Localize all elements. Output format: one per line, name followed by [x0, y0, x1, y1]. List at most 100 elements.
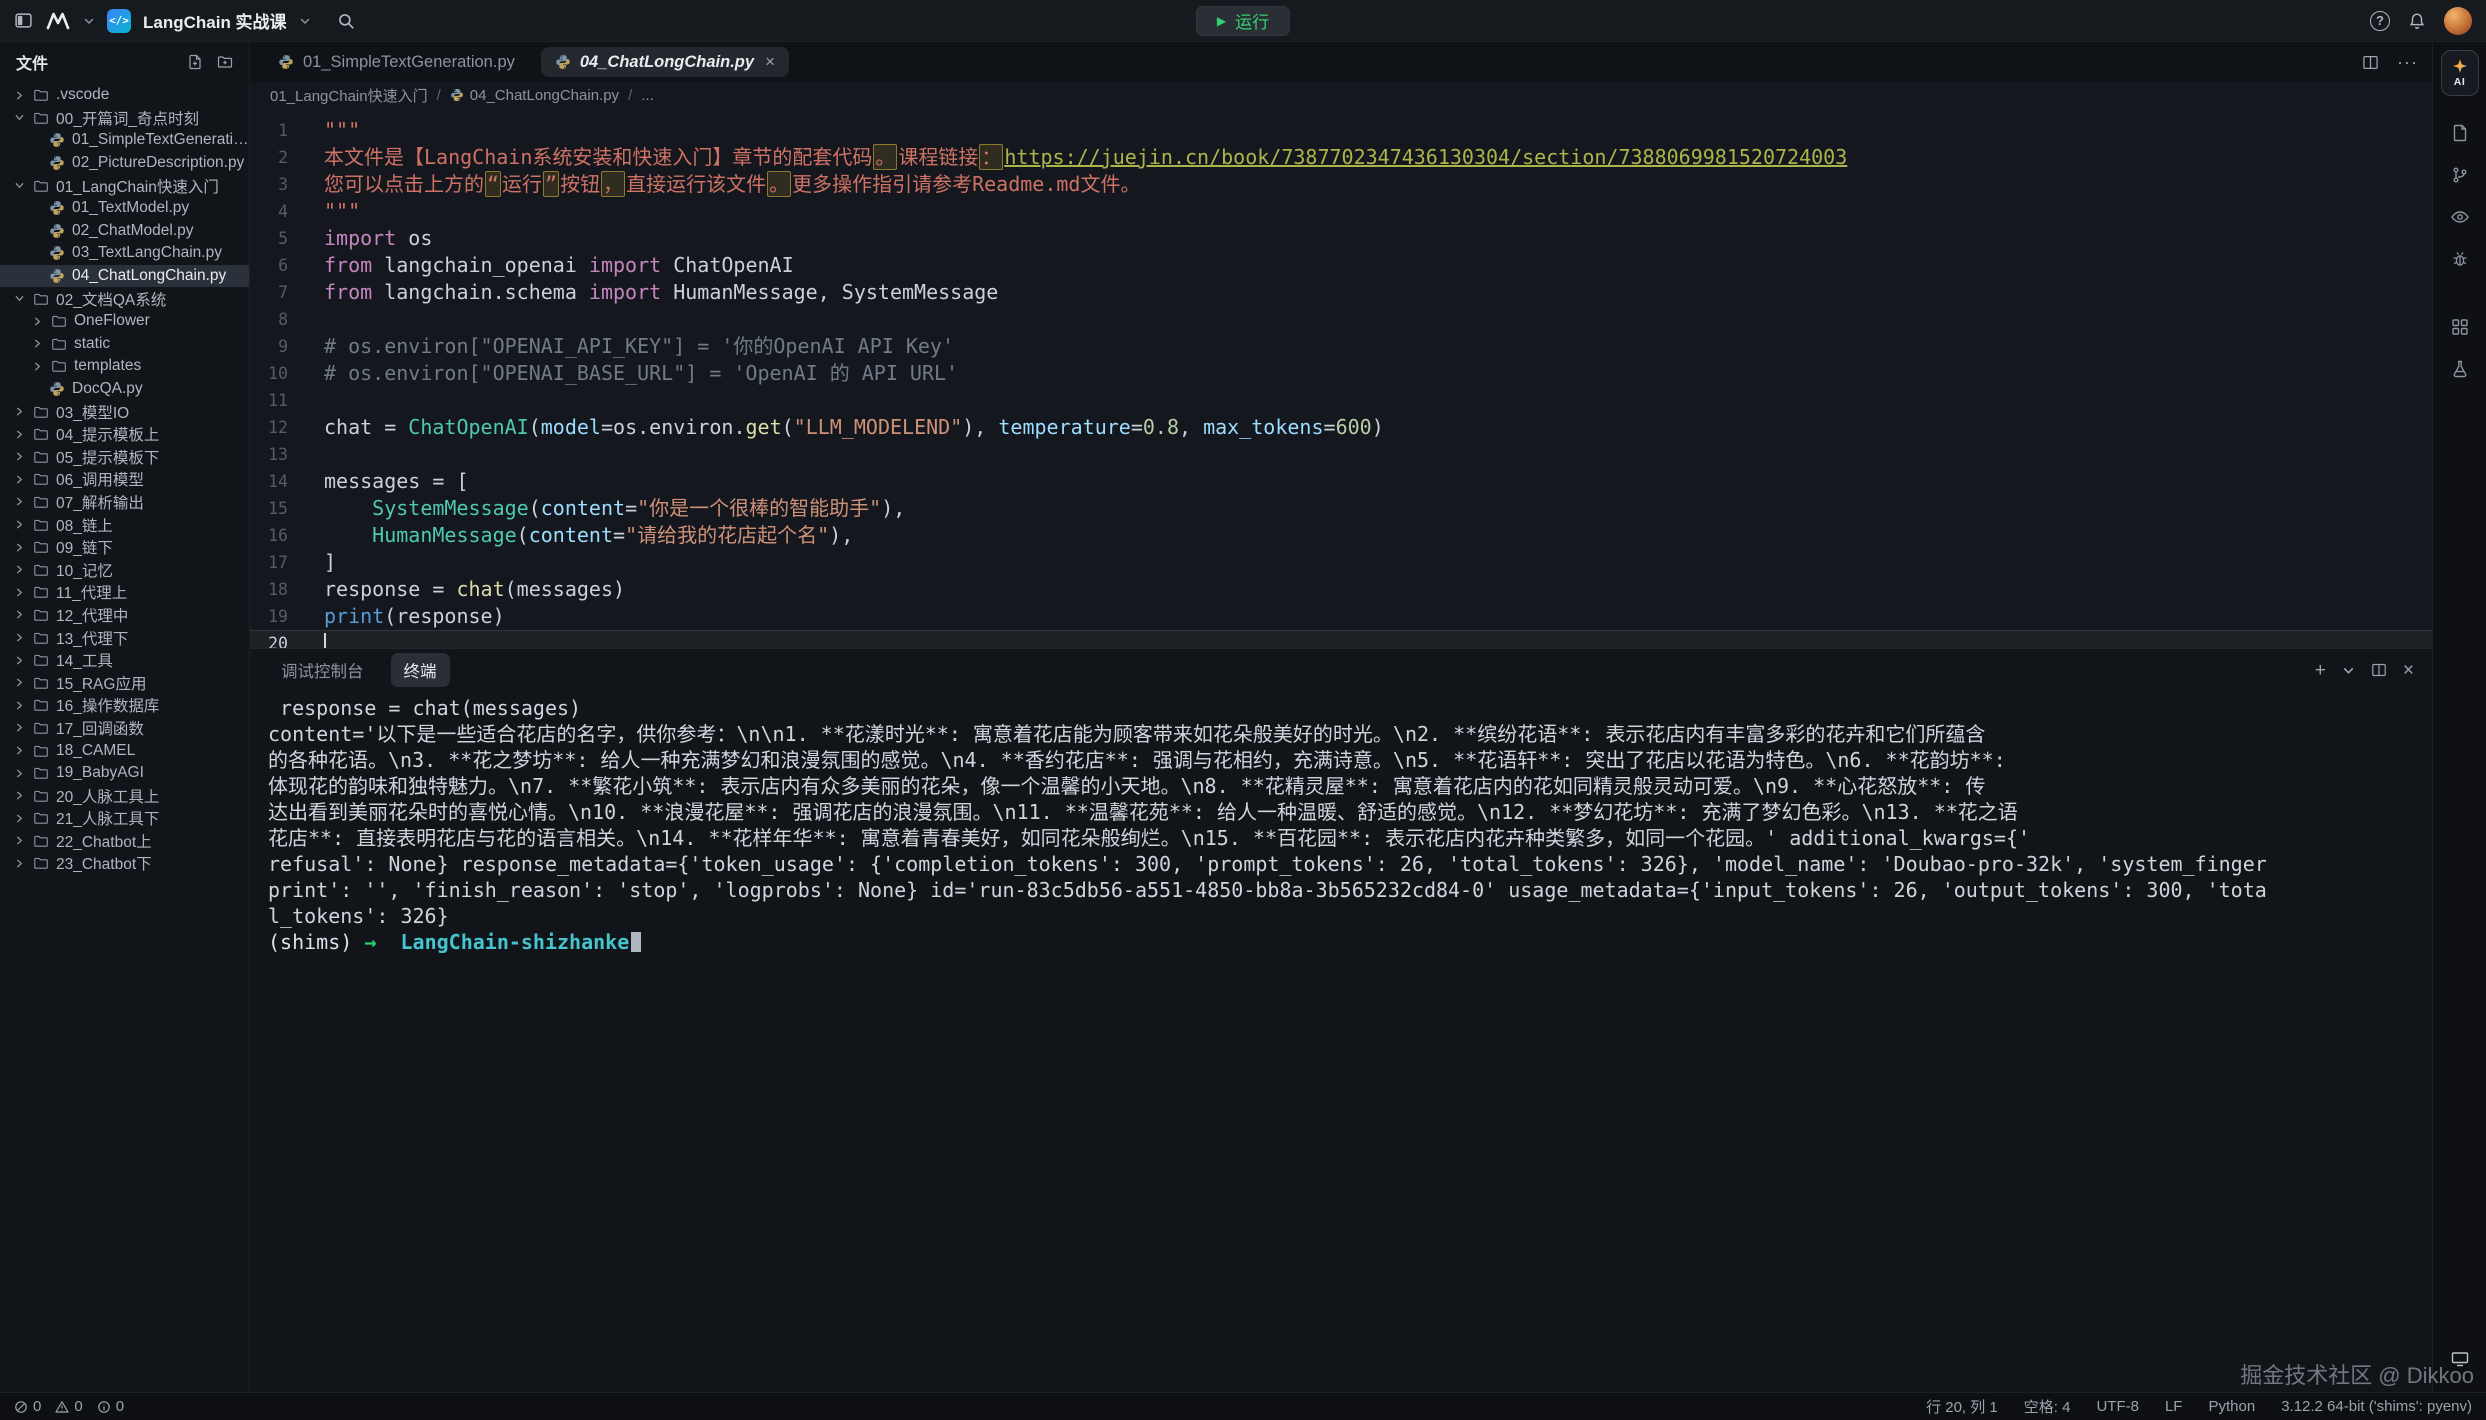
breadcrumb-item[interactable]: 04_ChatLongChain.py: [450, 87, 619, 104]
tree-folder-02_文档QA系统[interactable]: 02_文档QA系统: [0, 287, 249, 310]
workspace-menu-chevron-icon[interactable]: [83, 15, 95, 27]
tree-folder-21_人脉工具下[interactable]: 21_人脉工具下: [0, 807, 249, 830]
notifications-bell-icon[interactable]: [2408, 12, 2426, 30]
tree-folder-09_链下[interactable]: 09_链下: [0, 536, 249, 559]
code-line-18: 18response = chat(messages): [250, 576, 2432, 603]
terminal-dropdown-chevron-icon[interactable]: [2342, 664, 2355, 677]
line-number: 20: [250, 630, 306, 648]
breadcrumb-item[interactable]: ...: [641, 87, 654, 104]
status-item[interactable]: LF: [2165, 1398, 2183, 1415]
close-panel-icon[interactable]: ×: [2403, 661, 2414, 680]
run-button[interactable]: ▶ 运行: [1196, 6, 1290, 36]
tree-folder-06_调用模型[interactable]: 06_调用模型: [0, 468, 249, 491]
close-tab-icon[interactable]: ×: [765, 52, 775, 72]
tree-folder-05_提示模板下[interactable]: 05_提示模板下: [0, 446, 249, 469]
ai-assistant-button[interactable]: AI: [2441, 50, 2479, 96]
status-item[interactable]: 3.12.2 64-bit ('shims': pyenv): [2281, 1398, 2472, 1415]
chevron-icon: [14, 406, 26, 417]
tree-file-04_ChatLongChain.py[interactable]: 04_ChatLongChain.py: [0, 265, 249, 288]
panel-tab-终端[interactable]: 终端: [391, 653, 450, 687]
folder-icon: [51, 336, 67, 352]
code-editor[interactable]: 1"""2本文件是【LangChain系统安装和快速入门】章节的配套代码。课程链…: [250, 108, 2432, 648]
split-editor-icon[interactable]: [2362, 54, 2379, 71]
project-menu-chevron-icon[interactable]: [299, 15, 311, 27]
ai-label: AI: [2454, 76, 2466, 88]
tree-folder-18_CAMEL[interactable]: 18_CAMEL: [0, 739, 249, 762]
errors-indicator[interactable]: 0: [14, 1398, 41, 1415]
extensions-icon[interactable]: [2440, 307, 2480, 347]
go-to-file-icon[interactable]: [2440, 113, 2480, 153]
tree-folder-22_Chatbot上[interactable]: 22_Chatbot上: [0, 830, 249, 853]
status-item[interactable]: 空格: 4: [2024, 1396, 2071, 1417]
folder-icon: [33, 765, 49, 781]
folder-icon: [33, 562, 49, 578]
new-terminal-icon[interactable]: +: [2315, 661, 2326, 680]
help-icon[interactable]: ?: [2370, 11, 2390, 31]
tree-file-01_TextModel.py[interactable]: 01_TextModel.py: [0, 197, 249, 220]
tree-item-label: 13_代理下: [56, 627, 128, 649]
tree-folder-16_操作数据库[interactable]: 16_操作数据库: [0, 694, 249, 717]
search-icon[interactable]: [337, 12, 355, 30]
tree-folder-19_BabyAGI[interactable]: 19_BabyAGI: [0, 762, 249, 785]
line-number: 6: [250, 252, 306, 279]
tree-folder-20_人脉工具上[interactable]: 20_人脉工具上: [0, 784, 249, 807]
tree-folder-15_RAG应用[interactable]: 15_RAG应用: [0, 671, 249, 694]
more-actions-icon[interactable]: ···: [2397, 52, 2418, 73]
status-item[interactable]: UTF-8: [2096, 1398, 2139, 1415]
tree-folder-23_Chatbot下[interactable]: 23_Chatbot下: [0, 852, 249, 875]
warnings-indicator[interactable]: 0: [55, 1398, 82, 1415]
tree-folder-03_模型IO[interactable]: 03_模型IO: [0, 400, 249, 423]
toggle-sidebar-icon[interactable]: [14, 11, 33, 30]
tree-file-DocQA.py[interactable]: DocQA.py: [0, 378, 249, 401]
folder-icon: [33, 652, 49, 668]
venv-label: (shims): [268, 930, 352, 954]
tree-folder-17_回调函数[interactable]: 17_回调函数: [0, 717, 249, 740]
breadcrumb-item[interactable]: 01_LangChain快速入门: [270, 85, 428, 106]
problems-summary[interactable]: 000: [14, 1398, 124, 1415]
tree-folder-14_工具[interactable]: 14_工具: [0, 649, 249, 672]
remote-monitor-icon[interactable]: [2440, 1339, 2480, 1379]
new-file-icon[interactable]: [187, 54, 203, 70]
status-item[interactable]: Python: [2208, 1398, 2255, 1415]
tree-folder-13_代理下[interactable]: 13_代理下: [0, 626, 249, 649]
tree-folder-static[interactable]: static: [0, 333, 249, 356]
folder-icon: [33, 675, 49, 691]
folder-icon: [33, 720, 49, 736]
editor-tab-04_ChatLongChain.py[interactable]: 04_ChatLongChain.py×: [541, 47, 789, 77]
preview-eye-icon[interactable]: [2440, 197, 2480, 237]
python-file-icon: [49, 132, 65, 148]
new-folder-icon[interactable]: [217, 54, 233, 70]
panel-tab-调试控制台[interactable]: 调试控制台: [268, 653, 377, 687]
code-line-8: 8: [250, 306, 2432, 333]
terminal-output[interactable]: response = chat(messages)content='以下是一些适…: [250, 691, 2432, 1392]
tree-file-03_TextLangChain.py[interactable]: 03_TextLangChain.py: [0, 242, 249, 265]
project-name[interactable]: LangChain 实战课: [143, 8, 287, 33]
folder-icon: [33, 743, 49, 759]
tree-folder-04_提示模板上[interactable]: 04_提示模板上: [0, 423, 249, 446]
status-item[interactable]: 行 20, 列 1: [1926, 1396, 1998, 1417]
folder-icon: [51, 313, 67, 329]
editor-tab-01_SimpleTextGeneration.py[interactable]: 01_SimpleTextGeneration.py: [264, 47, 529, 77]
tree-folder-10_记忆[interactable]: 10_记忆: [0, 558, 249, 581]
tree-folder-templates[interactable]: templates: [0, 355, 249, 378]
tree-file-01_SimpleTextGeneration.py[interactable]: 01_SimpleTextGeneration.py: [0, 129, 249, 152]
tree-folder-OneFlower[interactable]: OneFlower: [0, 310, 249, 333]
tree-item-label: 08_链上: [56, 514, 113, 536]
tree-folder-08_链上[interactable]: 08_链上: [0, 513, 249, 536]
testing-beaker-icon[interactable]: [2440, 349, 2480, 389]
split-terminal-icon[interactable]: [2371, 662, 2387, 678]
tree-folder-.vscode[interactable]: .vscode: [0, 84, 249, 107]
tree-item-label: DocQA.py: [72, 380, 143, 398]
tree-folder-07_解析输出[interactable]: 07_解析输出: [0, 491, 249, 514]
tree-folder-00_开篇词_奇点时刻[interactable]: 00_开篇词_奇点时刻: [0, 107, 249, 130]
tree-folder-01_LangChain快速入门[interactable]: 01_LangChain快速入门: [0, 174, 249, 197]
tree-file-02_PictureDescription.py[interactable]: 02_PictureDescription.py: [0, 152, 249, 175]
info-indicator[interactable]: 0: [97, 1398, 124, 1415]
tree-folder-11_代理上[interactable]: 11_代理上: [0, 581, 249, 604]
tree-folder-12_代理中[interactable]: 12_代理中: [0, 604, 249, 627]
debug-icon[interactable]: [2440, 239, 2480, 279]
folder-icon: [33, 291, 49, 307]
tree-file-02_ChatModel.py[interactable]: 02_ChatModel.py: [0, 220, 249, 243]
user-avatar[interactable]: [2444, 7, 2472, 35]
source-control-icon[interactable]: [2440, 155, 2480, 195]
